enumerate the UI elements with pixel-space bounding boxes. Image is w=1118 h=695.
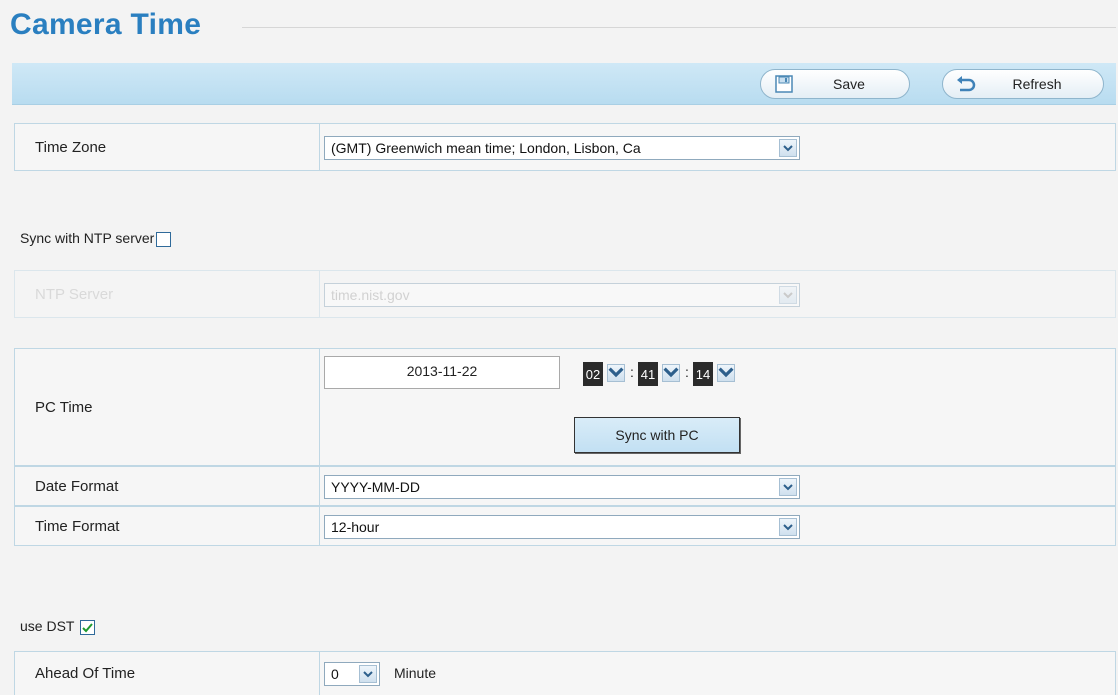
- sync-ntp-label: Sync with NTP server: [20, 230, 155, 246]
- date-format-value: YYYY-MM-DD: [331, 479, 420, 495]
- sync-ntp-line: Sync with NTP server: [20, 230, 172, 247]
- time-format-label: Time Format: [15, 507, 320, 545]
- ahead-of-time-select[interactable]: 0: [324, 662, 380, 686]
- chevron-down-icon: [779, 518, 797, 536]
- toolbar: Save Refresh: [12, 63, 1116, 105]
- date-format-label: Date Format: [15, 467, 320, 505]
- chevron-down-icon[interactable]: [717, 364, 735, 382]
- refresh-label: Refresh: [1012, 76, 1062, 92]
- time-zone-label: Time Zone: [15, 124, 320, 170]
- chevron-down-icon[interactable]: [662, 364, 680, 382]
- time-zone-row: Time Zone (GMT) Greenwich mean time; Lon…: [14, 123, 1116, 171]
- save-button[interactable]: Save: [760, 69, 910, 99]
- pc-date-field[interactable]: 2013-11-22: [324, 356, 560, 389]
- ahead-of-time-label: Ahead Of Time: [15, 652, 320, 695]
- save-icon: [769, 71, 799, 97]
- hour-select[interactable]: 02: [583, 362, 603, 386]
- pc-time-row: PC Time 2013-11-22 02 : 41 : 14 Sync wit…: [14, 348, 1116, 466]
- ahead-of-time-unit: Minute: [394, 665, 437, 681]
- time-zone-value: (GMT) Greenwich mean time; London, Lisbo…: [331, 140, 641, 156]
- page-title: Camera Time: [10, 8, 202, 41]
- time-format-select[interactable]: 12-hour: [324, 515, 800, 539]
- use-dst-label: use DST: [20, 618, 75, 634]
- ahead-of-time-row: Ahead Of Time 0 Minute: [14, 651, 1116, 695]
- ahead-of-time-value: 0: [331, 666, 339, 682]
- second-select[interactable]: 14: [693, 362, 713, 386]
- time-format-value: 12-hour: [331, 519, 380, 535]
- date-format-row: Date Format YYYY-MM-DD: [14, 466, 1116, 506]
- sync-ntp-checkbox[interactable]: [156, 231, 172, 247]
- ntp-server-select[interactable]: time.nist.gov: [324, 283, 800, 307]
- ntp-server-row: NTP Server time.nist.gov: [14, 270, 1116, 318]
- ntp-server-value: time.nist.gov: [331, 287, 410, 303]
- ntp-server-label: NTP Server: [15, 271, 320, 317]
- chevron-down-icon: [779, 478, 797, 496]
- chevron-down-icon: [359, 665, 377, 683]
- refresh-icon: [951, 71, 981, 97]
- time-separator: :: [685, 364, 689, 380]
- time-separator: :: [630, 364, 634, 380]
- chevron-down-icon: [779, 139, 797, 157]
- chevron-down-icon: [779, 286, 797, 304]
- chevron-down-icon[interactable]: [607, 364, 625, 382]
- use-dst-line: use DST: [20, 618, 96, 635]
- minute-select[interactable]: 41: [638, 362, 658, 386]
- time-zone-select[interactable]: (GMT) Greenwich mean time; London, Lisbo…: [324, 136, 800, 160]
- title-divider: [242, 27, 1116, 28]
- sync-with-pc-button[interactable]: Sync with PC: [574, 417, 740, 453]
- time-format-row: Time Format 12-hour: [14, 506, 1116, 546]
- checkmark-icon: [82, 623, 93, 633]
- save-label: Save: [833, 76, 865, 92]
- use-dst-checkbox[interactable]: [80, 619, 96, 635]
- pc-time-label: PC Time: [15, 349, 320, 465]
- date-format-select[interactable]: YYYY-MM-DD: [324, 475, 800, 499]
- refresh-button[interactable]: Refresh: [942, 69, 1104, 99]
